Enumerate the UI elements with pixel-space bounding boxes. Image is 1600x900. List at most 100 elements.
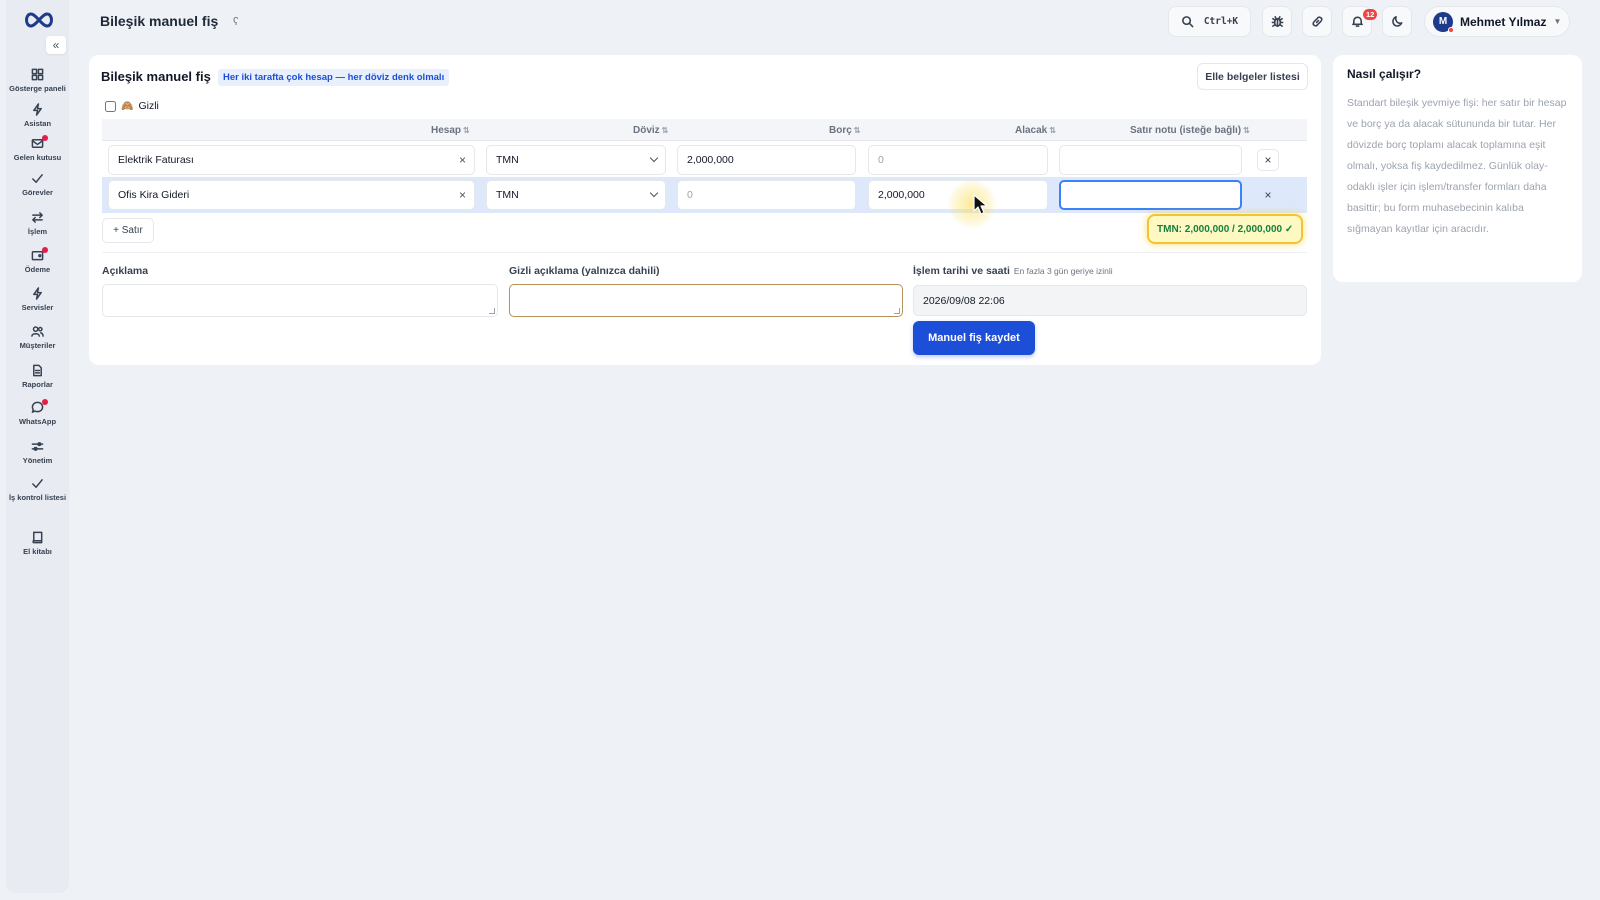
user-name: Mehmet Yılmaz: [1460, 14, 1547, 29]
account-input[interactable]: Ofis Kira Gideri ×: [108, 180, 475, 210]
grid-icon: [31, 68, 44, 81]
sidebar-item-label: Görevler: [22, 188, 53, 197]
sidebar-item-label: Servisler: [21, 303, 54, 312]
table-header: Hesap ⇅ Döviz ⇅ Borç ⇅ Alacak ⇅ Satır notu (…: [102, 119, 1307, 141]
divider: [102, 252, 1307, 253]
row-note-input[interactable]: [1059, 145, 1242, 175]
column-header-currency[interactable]: Döviz ⇅: [633, 125, 668, 136]
sidebar-item-checklist[interactable]: İş kontrol listesi: [6, 477, 69, 502]
date-time-input[interactable]: 2026/09/08 22:06: [913, 285, 1307, 316]
hidden-description-textarea[interactable]: [509, 284, 903, 317]
bell-icon: [1351, 16, 1363, 27]
sidebar-item-dashboard[interactable]: Gösterge paneli: [6, 68, 69, 93]
sidebar-item-label: Gelen kutusu: [13, 153, 62, 162]
sort-icon: ⇅: [661, 126, 669, 135]
resize-handle-icon: [489, 308, 495, 314]
balance-rule-chip: Her iki tarafta çok hesap — her döviz de…: [218, 69, 450, 86]
sidebar-item-label: İş kontrol listesi: [8, 493, 67, 502]
avatar: M: [1433, 11, 1454, 33]
column-header-debit[interactable]: Borç ⇅: [829, 125, 861, 136]
debit-input[interactable]: 0: [677, 180, 856, 210]
sidebar-item-label: Ödeme: [24, 265, 51, 274]
hidden-checkbox[interactable]: [105, 100, 116, 112]
compound-voucher-form: Bileşik manuel fiş Her iki tarafta çok h…: [89, 55, 1321, 365]
sliders-icon: [31, 442, 44, 451]
row-note-input[interactable]: [1059, 180, 1242, 210]
check-icon: [32, 174, 43, 183]
avatar-initial: M: [1438, 16, 1448, 27]
search-icon: [1181, 16, 1194, 28]
debit-input[interactable]: 2,000,000: [677, 145, 856, 175]
column-header-credit[interactable]: Alacak ⇅: [1015, 125, 1056, 136]
users-icon: [31, 326, 44, 337]
form-title: Bileşik manuel fiş: [101, 69, 211, 84]
help-text: Standart bileşik yevmiye fişi: her satır…: [1347, 97, 1567, 235]
pin-icon[interactable]: ʕ: [233, 16, 239, 28]
sidebar-item-management[interactable]: Yönetim: [6, 440, 69, 465]
link-button[interactable]: [1302, 6, 1332, 37]
add-row-button[interactable]: + Satır: [102, 218, 154, 243]
bug-report-button[interactable]: [1262, 6, 1292, 37]
sidebar-item-transaction[interactable]: İşlem: [6, 211, 69, 236]
help-panel: Nasıl çalışır? Standart bileşik yevmiye …: [1333, 55, 1582, 282]
file-icon: [33, 364, 42, 377]
sidebar-item-label: Yönetim: [22, 456, 53, 465]
dark-mode-toggle[interactable]: [1382, 6, 1412, 37]
hidden-toggle[interactable]: 🙈 Gizli: [105, 100, 159, 112]
notification-dot: [42, 135, 48, 141]
user-menu-button[interactable]: M Mehmet Yılmaz ▼: [1424, 6, 1570, 37]
date-hint: En fazla 3 gün geriye izinli: [1013, 266, 1113, 276]
collapse-sidebar-button[interactable]: «: [46, 36, 66, 54]
remove-row-button[interactable]: ×: [1257, 149, 1279, 171]
chevron-down-icon: [649, 188, 659, 198]
help-title: Nasıl çalışır?: [1347, 67, 1422, 81]
sidebar-item-tasks[interactable]: Görevler: [6, 172, 69, 197]
chevron-down-icon: ▼: [1553, 17, 1562, 26]
sidebar-item-label: İşlem: [27, 227, 48, 236]
clear-icon[interactable]: ×: [459, 188, 466, 202]
moon-icon: [1391, 16, 1402, 27]
sidebar-item-label: El kitabı: [23, 547, 52, 556]
sidebar-item-label: Müşteriler: [19, 341, 56, 350]
sidebar-item-services[interactable]: Servisler: [6, 287, 69, 312]
currency-select[interactable]: TMN: [486, 145, 666, 175]
status-dot: [1448, 26, 1454, 33]
notifications-button[interactable]: 12: [1342, 6, 1378, 37]
sidebar-item-handbook[interactable]: El kitabı: [6, 531, 69, 556]
sidebar-item-label: Asistan: [23, 119, 52, 128]
sidebar-item-reports[interactable]: Raporlar: [6, 364, 69, 389]
search-button[interactable]: Ctrl+K: [1168, 6, 1251, 37]
table-row: Elektrik Faturası × TMN 2,000,000 0 ×: [102, 142, 1307, 178]
sidebar-item-payment[interactable]: Ödeme: [6, 247, 69, 274]
credit-input[interactable]: 0: [868, 145, 1048, 175]
currency-select[interactable]: TMN: [486, 180, 666, 210]
column-header-account[interactable]: Hesap ⇅: [431, 125, 470, 136]
sidebar-item-label: Gösterge paneli: [9, 84, 66, 93]
page-title: Bileşik manuel fiş: [100, 13, 219, 29]
book-icon: [32, 531, 43, 544]
manual-documents-list-button[interactable]: Elle belgeler listesi: [1197, 63, 1308, 90]
sidebar-item-whatsapp[interactable]: WhatsApp: [6, 399, 69, 426]
hidden-description-label: Gizli açıklama (yalnızca dahili): [509, 265, 660, 277]
transfer-icon: [32, 212, 43, 223]
column-header-note[interactable]: Satır notu (isteğe bağlı) ⇅: [1130, 125, 1250, 136]
sidebar: « Gösterge paneli Asistan Gelen kutusu G…: [6, 0, 69, 893]
date-label: İşlem tarihi ve saati En fazla 3 gün geri…: [913, 265, 1113, 277]
table-row: Ofis Kira Gideri × TMN 0 2,000,000 ×: [102, 177, 1307, 213]
sidebar-item-customers[interactable]: Müşteriler: [6, 325, 69, 350]
sidebar-item-inbox[interactable]: Gelen kutusu: [6, 135, 69, 162]
clear-icon[interactable]: ×: [459, 153, 466, 167]
balance-status-badge: TMN: 2,000,000 / 2,000,000 ✓: [1147, 214, 1304, 244]
remove-row-button[interactable]: ×: [1257, 184, 1279, 206]
infinity-logo-icon[interactable]: [22, 10, 56, 30]
sort-icon: ⇅: [1049, 126, 1056, 135]
hidden-label: Gizli: [138, 100, 159, 112]
notification-count-badge: 12: [1363, 9, 1378, 20]
account-input[interactable]: Elektrik Faturası ×: [108, 145, 475, 175]
description-textarea[interactable]: [102, 284, 498, 317]
bolt-icon: [33, 287, 42, 300]
bolt-icon: [33, 103, 42, 116]
save-voucher-button[interactable]: Manuel fiş kaydet: [913, 321, 1035, 355]
sort-icon: ⇅: [463, 126, 470, 135]
sidebar-item-assistant[interactable]: Asistan: [6, 103, 69, 128]
